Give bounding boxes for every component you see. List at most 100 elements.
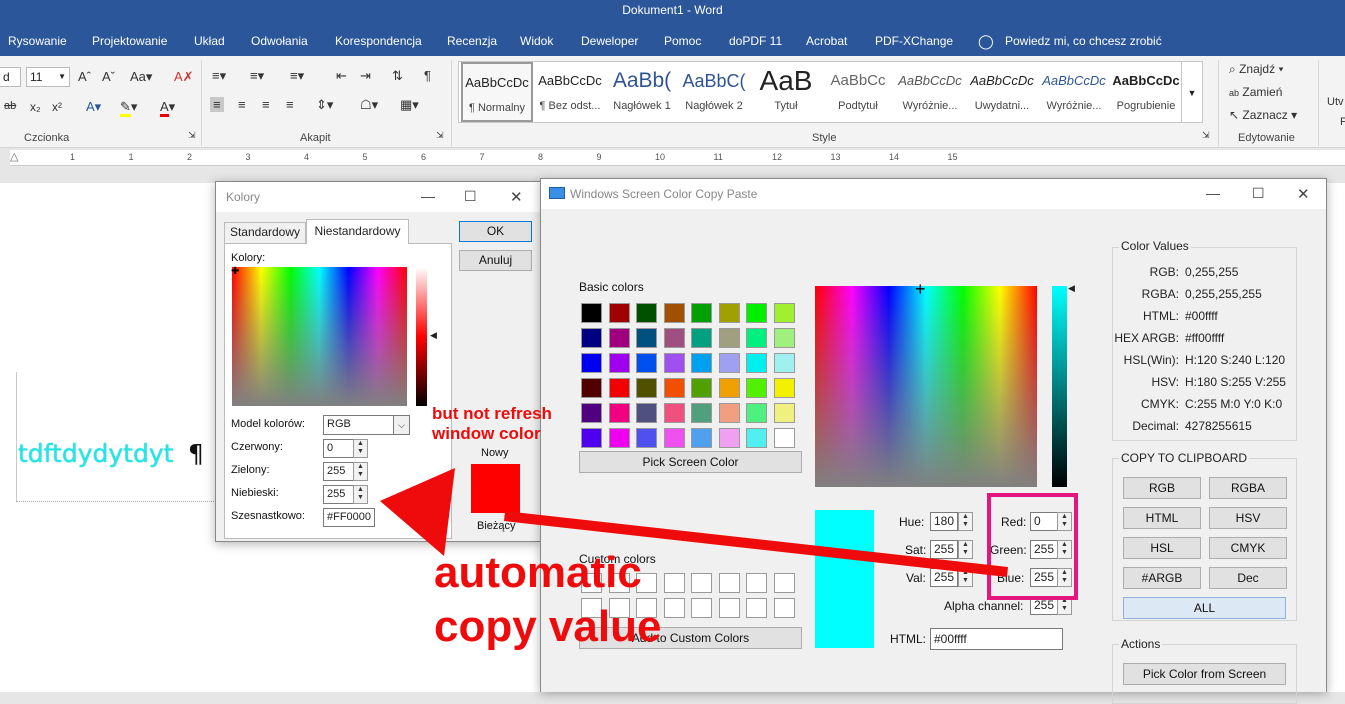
document-text[interactable]: tdftdydytdyt	[18, 439, 173, 468]
style-title[interactable]: AaB Tytuł	[750, 62, 822, 122]
superscript-icon[interactable]: x²	[52, 100, 62, 114]
basic-color-swatch[interactable]	[746, 378, 767, 398]
dialog-launcher-icon[interactable]: ⇲	[1202, 130, 1210, 141]
justify-icon[interactable]: ≡	[286, 97, 294, 112]
copy-hsl-button[interactable]: HSL	[1123, 537, 1201, 559]
red-input[interactable]: 0	[323, 439, 354, 458]
tab-niestandardowy[interactable]: Niestandardowy	[306, 219, 409, 244]
val-spinner[interactable]: ▲ ▼	[958, 568, 973, 587]
slider-arrow-icon[interactable]: ◀	[430, 330, 437, 341]
strikethrough-icon[interactable]: ab	[4, 100, 16, 112]
custom-color-swatch[interactable]	[691, 573, 712, 593]
custom-color-swatch[interactable]	[718, 573, 740, 593]
copy-rgba-button[interactable]: RGBA	[1209, 477, 1287, 499]
custom-color-swatch[interactable]	[691, 598, 712, 618]
red-spinner[interactable]: ▲ ▼	[353, 439, 368, 458]
shading-icon[interactable]: ☖▾	[360, 97, 378, 113]
sat-spinner[interactable]: ▲ ▼	[958, 540, 973, 559]
basic-color-swatch[interactable]	[746, 303, 767, 323]
blue-input[interactable]: 255	[323, 485, 354, 504]
value-slider[interactable]	[1052, 286, 1067, 487]
copy-cmyk-button[interactable]: CMYK	[1209, 537, 1287, 559]
basic-color-swatch[interactable]	[636, 328, 657, 348]
green-input[interactable]: 255	[323, 462, 354, 481]
basic-color-swatch[interactable]	[581, 378, 602, 398]
basic-color-swatch[interactable]	[718, 403, 740, 423]
color-value[interactable]: #ff00ffff	[1185, 331, 1224, 345]
color-value[interactable]: 0,255,255,255	[1185, 287, 1262, 301]
blue-spinner[interactable]: ▲ ▼	[353, 485, 368, 504]
dialog-launcher-icon[interactable]: ⇲	[188, 130, 196, 141]
sat-input[interactable]: 255	[930, 540, 958, 559]
find-button[interactable]: ⌕ Znajdź ▾	[1229, 62, 1283, 77]
style-heading-2[interactable]: AaBbC(Nagłówek 2	[678, 62, 750, 122]
slider-arrow-icon[interactable]: ◀	[1068, 283, 1075, 294]
green-spinner[interactable]: ▲ ▼	[353, 462, 368, 481]
tab-acrobat[interactable]: Acrobat	[806, 30, 847, 52]
hue-input[interactable]: 180	[930, 512, 958, 531]
color-value[interactable]: H:180 S:255 V:255	[1185, 375, 1286, 389]
font-color-icon[interactable]: A▾	[160, 99, 175, 117]
tab-projektowanie[interactable]: Projektowanie	[92, 30, 167, 52]
basic-color-swatch[interactable]	[773, 328, 795, 348]
basic-color-swatch[interactable]	[773, 353, 795, 373]
replace-button[interactable]: ab Zamień	[1229, 85, 1282, 99]
grow-font-icon[interactable]: Aˆ	[78, 69, 91, 84]
decrease-indent-icon[interactable]: ⇤	[336, 68, 347, 84]
subscript-icon[interactable]: x₂	[30, 100, 41, 114]
basic-color-swatch[interactable]	[663, 303, 685, 323]
basic-color-swatch[interactable]	[608, 353, 630, 373]
pick-screen-color-button[interactable]: Pick Screen Color	[579, 451, 802, 473]
basic-color-swatch[interactable]	[608, 428, 630, 448]
align-left-icon[interactable]: ≡	[210, 97, 224, 112]
basic-color-swatch[interactable]	[773, 428, 795, 448]
increase-indent-icon[interactable]: ⇥	[360, 68, 371, 84]
color-value[interactable]: #00ffff	[1185, 309, 1218, 323]
minimize-icon[interactable]: —	[421, 188, 435, 204]
bullets-icon[interactable]: ≡▾	[212, 68, 226, 84]
copy-all-button[interactable]: ALL	[1123, 597, 1286, 619]
tab-korespondencja[interactable]: Korespondencja	[335, 30, 422, 52]
close-icon[interactable]: ✕	[510, 188, 523, 206]
basic-color-swatch[interactable]	[718, 353, 740, 373]
copy-argb-button[interactable]: #ARGB	[1123, 567, 1201, 589]
line-spacing-icon[interactable]: ⇕▾	[316, 97, 333, 113]
color-value[interactable]: H:120 S:240 L:120	[1185, 353, 1285, 367]
clear-formatting-icon[interactable]: A✗	[174, 69, 194, 85]
color-value[interactable]: C:255 M:0 Y:0 K:0	[1185, 397, 1282, 411]
basic-color-swatch[interactable]	[663, 428, 685, 448]
basic-color-swatch[interactable]	[773, 403, 795, 423]
custom-color-swatch[interactable]	[773, 573, 795, 593]
color-spectrum[interactable]	[815, 286, 1037, 487]
style-normal[interactable]: AaBbCcDc ¶ Normalny	[461, 62, 533, 122]
basic-color-swatch[interactable]	[773, 378, 795, 398]
dialog-launcher-icon[interactable]: ⇲	[436, 130, 444, 141]
val-input[interactable]: 255	[930, 568, 958, 587]
tab-rysowanie[interactable]: Rysowanie	[8, 30, 67, 52]
tab-pdf-xchange[interactable]: PDF-XChange	[875, 30, 953, 52]
style-strong[interactable]: AaBbCcDc Pogrubienie	[1110, 62, 1182, 122]
basic-color-swatch[interactable]	[663, 403, 685, 423]
style-intense-emphasis[interactable]: AaBbCcDc Wyróżnie...	[1038, 62, 1110, 122]
basic-color-swatch[interactable]	[608, 378, 630, 398]
basic-color-swatch[interactable]	[581, 328, 602, 348]
tab-widok[interactable]: Widok	[520, 30, 553, 52]
basic-color-swatch[interactable]	[691, 353, 712, 373]
change-case-icon[interactable]: Aa▾	[130, 69, 152, 85]
highlight-icon[interactable]: ✎▾	[120, 99, 137, 117]
custom-color-swatch[interactable]	[718, 598, 740, 618]
tab-dopdf[interactable]: doPDF 11	[729, 30, 782, 52]
style-heading-1[interactable]: AaBb(Nagłówek 1	[606, 62, 678, 122]
basic-color-swatch[interactable]	[636, 403, 657, 423]
color-value[interactable]: 0,255,255	[1185, 265, 1238, 279]
tab-recenzja[interactable]: Recenzja	[447, 30, 497, 52]
anuluj-button[interactable]: Anuluj	[459, 250, 532, 271]
copy-html-button[interactable]: HTML	[1123, 507, 1201, 529]
color-value[interactable]: 4278255615	[1185, 419, 1252, 433]
basic-color-swatch[interactable]	[636, 353, 657, 373]
font-size-box[interactable]: 11 ▼	[26, 67, 70, 87]
basic-color-swatch[interactable]	[581, 303, 602, 323]
custom-color-swatch[interactable]	[746, 598, 767, 618]
copy-dec-button[interactable]: Dec	[1209, 567, 1287, 589]
basic-color-swatch[interactable]	[718, 303, 740, 323]
